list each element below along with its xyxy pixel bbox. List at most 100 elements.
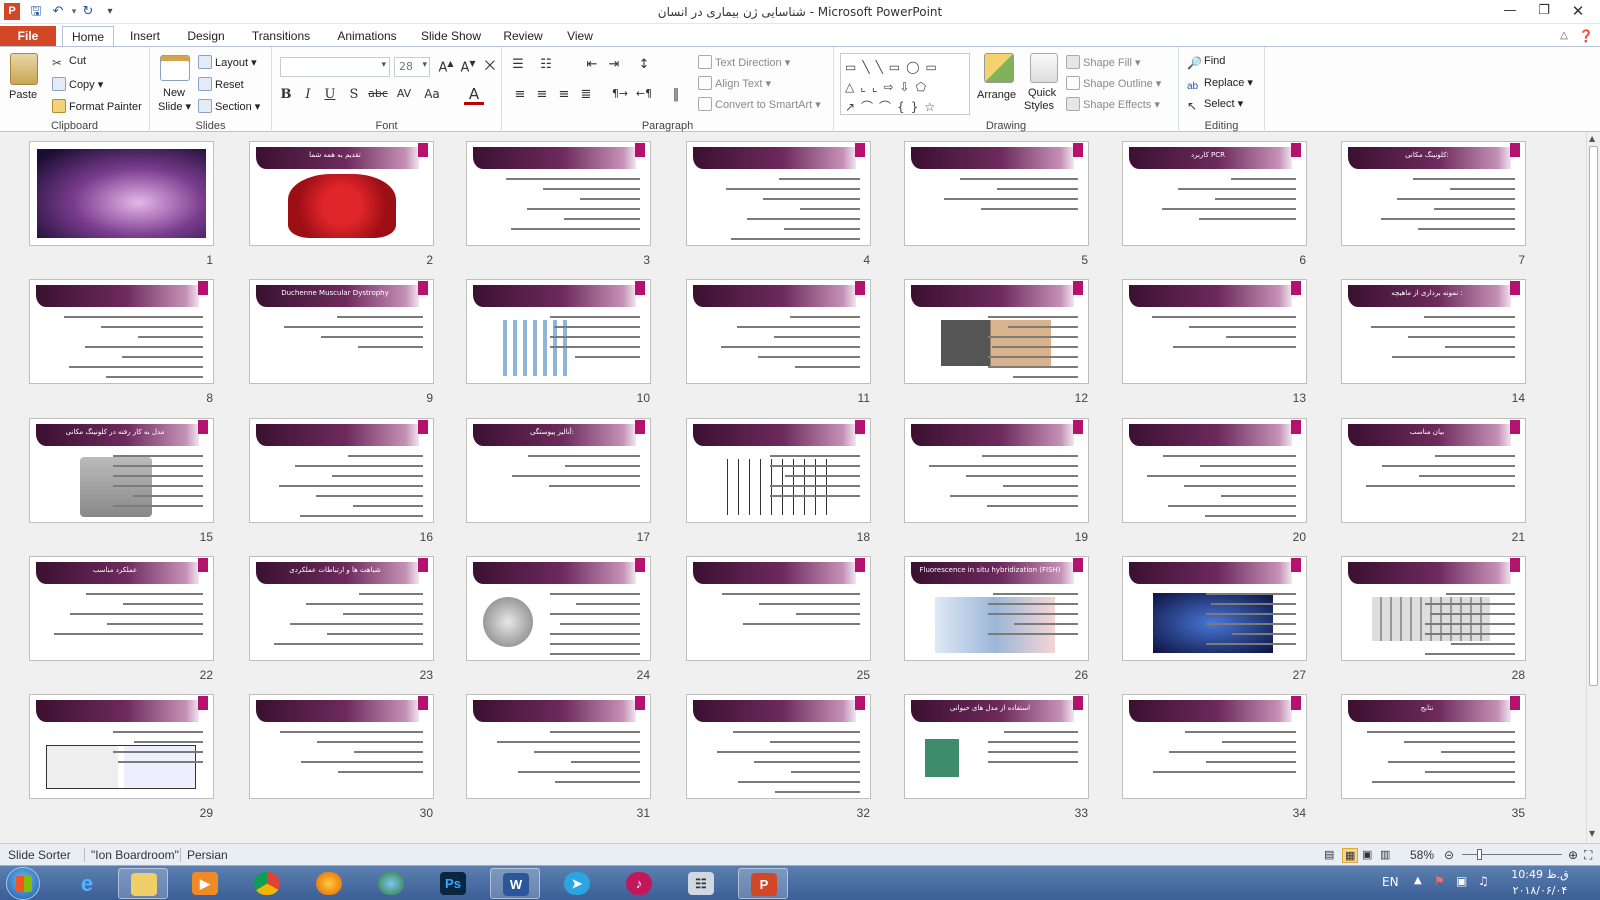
start-button[interactable] [6,867,40,900]
slide-thumbnail[interactable] [905,142,1088,245]
rtl-icon[interactable]: ←¶ [634,87,654,100]
taskbar-media[interactable]: ▶ [180,868,230,899]
slide-thumbnail[interactable] [1123,695,1306,798]
undo-icon[interactable]: ↶ [50,4,66,20]
justify-icon[interactable]: ≣ [576,87,596,102]
taskbar-ie[interactable]: e [62,868,112,899]
increase-indent-icon[interactable]: ⇥ [604,57,624,72]
reset-button[interactable]: Reset [198,77,244,91]
slide-thumbnail[interactable]: بیان مناسب [1342,419,1525,522]
columns-icon[interactable]: ‖ [666,87,686,102]
slide-thumbnail[interactable]: کاربرد PCR [1123,142,1306,245]
clear-formatting-icon[interactable]: ⨉ [480,59,500,74]
character-spacing-icon[interactable]: AV [394,87,414,100]
slide-thumbnail[interactable] [1123,280,1306,383]
quick-styles-button[interactable]: Quick [1028,87,1056,99]
powerpoint-logo-icon[interactable]: P [4,3,20,20]
new-slide-label[interactable]: Slide ▾ [158,100,191,113]
theme-name[interactable]: "Ion Boardroom" [84,848,179,862]
tray-expand-icon[interactable]: ▲ [1414,875,1422,886]
taskbar-explorer[interactable] [118,868,168,899]
zoom-slider-thumb[interactable] [1477,849,1482,860]
slide-thumbnail[interactable] [250,419,433,522]
slide-thumbnail[interactable] [905,280,1088,383]
clock-time[interactable]: 10:49 ق.ظ [1500,868,1580,881]
reading-view-icon[interactable]: ▣ [1362,848,1372,861]
ltr-icon[interactable]: ¶→ [610,87,630,100]
slide-thumbnail[interactable] [30,280,213,383]
taskbar-network[interactable] [366,868,416,899]
italic-icon[interactable]: I [298,87,318,102]
format-painter-button[interactable]: Format Painter [52,99,142,113]
slide-thumbnail[interactable] [1123,557,1306,660]
zoom-out-icon[interactable]: ⊝ [1444,848,1454,862]
zoom-in-icon[interactable]: ⊕ [1568,848,1578,862]
tab-design[interactable]: Design [180,26,232,46]
tab-slide-show[interactable]: Slide Show [416,26,486,46]
align-center-icon[interactable]: ≡ [532,87,552,102]
tab-transitions[interactable]: Transitions [246,26,316,46]
slide-sorter-view-icon[interactable]: ▦ [1342,848,1359,863]
flag-icon[interactable]: ⚑ [1434,874,1445,888]
slide-thumbnail[interactable] [687,557,870,660]
slide-thumbnail[interactable]: نتایج [1342,695,1525,798]
slide-thumbnail[interactable] [250,695,433,798]
language-tray[interactable]: EN [1382,875,1399,889]
taskbar-telegram[interactable]: ➤ [552,868,602,899]
slide-thumbnail[interactable]: Duchenne Muscular Dystrophy [250,280,433,383]
shrink-font-icon[interactable]: A▼ [458,59,478,75]
restore-button[interactable]: ❐ [1530,2,1558,20]
slide-thumbnail[interactable] [30,695,213,798]
scroll-thumb[interactable] [1589,146,1598,686]
paste-icon[interactable] [10,53,38,85]
taskbar-firefox[interactable] [304,868,354,899]
volume-icon[interactable]: ♫ [1478,874,1489,888]
convert-smartart-button[interactable]: Convert to SmartArt ▾ [698,97,821,111]
align-text-button[interactable]: Align Text ▾ [698,76,771,90]
change-case-icon[interactable]: Aa [422,87,442,101]
copy-button[interactable]: Copy ▾ [52,77,103,91]
slide-thumbnail[interactable] [1123,419,1306,522]
network-icon[interactable]: ▣ [1456,874,1467,888]
taskbar-calculator[interactable]: ☷ [676,868,726,899]
vertical-scrollbar[interactable]: ▲ ▼ [1586,132,1600,843]
slide-thumbnail[interactable] [687,695,870,798]
slide-thumbnail[interactable]: عملکرد مناسب [30,557,213,660]
scroll-down-icon[interactable]: ▼ [1589,829,1595,838]
taskbar-powerpoint[interactable]: P [738,868,788,899]
tab-file[interactable]: File [0,26,56,46]
close-button[interactable]: ✕ [1564,2,1592,20]
fit-window-icon[interactable]: ⛶ [1584,848,1592,863]
shapes-gallery[interactable]: ▭╲╲▭◯▭ △⌞⌞⇨⇩⬠ ↗⌒⌒{}☆ [840,53,970,115]
slide-thumbnail[interactable]: مدل به کار رفته در کلونینگ مکانی [30,419,213,522]
slide-thumbnail[interactable]: Fluorescence in situ hybridization (FISH… [905,557,1088,660]
cut-button[interactable]: ✂ Cut [52,55,86,70]
slide-thumbnail[interactable]: کلونینگ مکانی: [1342,142,1525,245]
new-slide-icon[interactable] [160,55,190,81]
save-icon[interactable]: 🖫 [28,4,44,20]
strikethrough-icon[interactable]: abc [368,87,388,100]
font-color-icon[interactable]: A [464,85,484,105]
select-button[interactable]: ↖ Select ▾ [1187,97,1243,113]
slide-thumbnail[interactable]: استفاده از مدل های حیوانی [905,695,1088,798]
slide-thumbnail[interactable] [687,419,870,522]
slide-thumbnail[interactable] [905,419,1088,522]
shape-fill-button[interactable]: Shape Fill ▾ [1066,55,1141,69]
customize-qat-icon[interactable]: ▾ [102,4,118,20]
decrease-indent-icon[interactable]: ⇤ [582,57,602,72]
bold-icon[interactable]: B [276,87,296,102]
tab-home[interactable]: Home [62,26,114,46]
slide-thumbnail[interactable] [467,280,650,383]
taskbar-chrome[interactable] [242,868,292,899]
new-slide-button[interactable]: New [163,87,185,99]
bullets-icon[interactable]: ☰ [508,57,528,72]
slide-thumbnail[interactable]: نمونه برداری از ماهیچه : [1342,280,1525,383]
numbering-icon[interactable]: ☷ [536,57,556,72]
shadow-icon[interactable]: S [344,87,364,102]
slide-thumbnail[interactable] [687,280,870,383]
arrange-icon[interactable] [984,53,1014,83]
slide-thumbnail[interactable]: تقدیم به همه شما [250,142,433,245]
replace-button[interactable]: ab Replace ▾ [1187,76,1253,94]
zoom-level[interactable]: 58% [1410,848,1434,862]
font-size-box[interactable]: 28 ▾ [394,57,430,77]
